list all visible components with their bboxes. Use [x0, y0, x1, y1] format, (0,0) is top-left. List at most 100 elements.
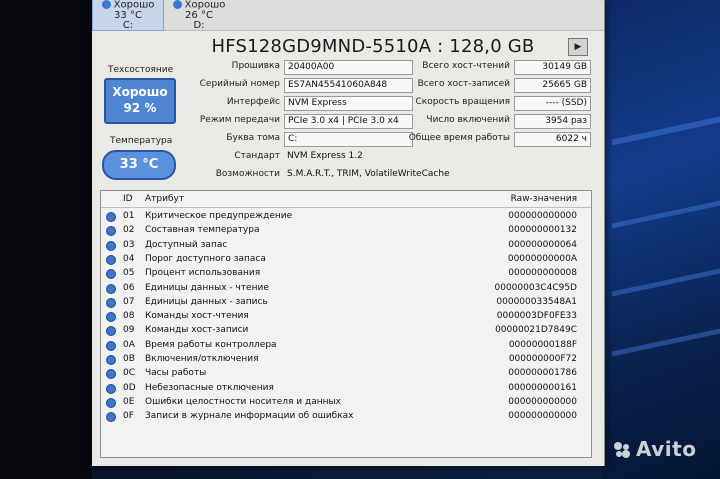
standard-value: NVM Express 1.2: [287, 151, 363, 161]
host-writes-row: Всего хост-записей: [417, 79, 510, 89]
health-dot-icon: [101, 0, 111, 9]
transfer-mode-value: PCIe 3.0 x4 | PCIe 3.0 x4: [284, 114, 413, 129]
raw-value: 00000021D7849C: [495, 325, 577, 336]
drive-tab-d[interactable]: Хорошо 26 °C D:: [164, 0, 234, 30]
table-row[interactable]: 01 Критическое предупреждение 000000000000: [101, 209, 591, 223]
table-row[interactable]: 0D Небезопасные отключения 000000000161: [101, 381, 591, 395]
desktop-wallpaper: [602, 0, 720, 479]
crystaldiskinfo-window: Хорошо 33 °C C: Хорошо 26 °C D: HFS128GD…: [92, 0, 605, 466]
standard-row: Стандарт: [234, 151, 280, 161]
disk-model-title: HFS128GD9MND-5510A : 128,0 GB: [211, 36, 535, 57]
interface-row: Интерфейс: [226, 97, 280, 107]
drive-selector: Хорошо 33 °C C: Хорошо 26 °C D:: [92, 0, 604, 31]
table-row[interactable]: 08 Команды хост-чтения 0000003DF0FE33: [101, 309, 591, 323]
firmware-row: Прошивка: [231, 61, 280, 71]
attribute-name: Единицы данных - запись: [145, 296, 268, 307]
host-reads-row: Всего хост-чтений: [422, 61, 510, 71]
attribute-name: Доступный запас: [145, 239, 228, 250]
features-value: S.M.A.R.T., TRIM, VolatileWriteCache: [287, 169, 450, 179]
attribute-id: 07: [123, 296, 135, 307]
attribute-name: Ошибки целостности носителя и данных: [145, 396, 341, 407]
rotation-rate-value: ---- (SSD): [514, 96, 591, 111]
attribute-name: Команды хост-чтения: [145, 311, 249, 322]
status-dot-icon: [106, 283, 116, 294]
status-dot-icon: [106, 397, 116, 408]
next-drive-button[interactable]: ▶: [568, 38, 588, 56]
serial-value: ES7AN45541060A848: [284, 78, 413, 93]
table-row[interactable]: 04 Порог доступного запаса 00000000000A: [101, 252, 591, 266]
table-row[interactable]: 02 Составная температура 000000000132: [101, 223, 591, 237]
status-dot-icon: [106, 240, 116, 251]
raw-value: 00000003C4C95D: [494, 282, 578, 293]
volume-letter-row: Буква тома: [226, 133, 280, 143]
attribute-id: 0E: [123, 396, 135, 407]
raw-value: 0000003DF0FE33: [496, 311, 577, 322]
power-on-hours-row: Общее время работы: [408, 133, 510, 143]
health-status-text: Хорошо: [112, 85, 168, 99]
status-dot-icon: [106, 297, 116, 308]
status-dot-icon: [106, 340, 116, 351]
table-row[interactable]: 05 Процент использования 000000000008: [101, 266, 591, 280]
status-dot-icon: [106, 254, 116, 265]
temperature-box[interactable]: 33 °C: [102, 150, 176, 180]
table-row[interactable]: 0E Ошибки целостности носителя и данных 00…: [101, 395, 591, 409]
raw-value: 000000000008: [508, 268, 577, 279]
attribute-id: 09: [123, 325, 135, 336]
interface-value: NVM Express: [284, 96, 413, 111]
rotation-rate-row: Скорость вращения: [415, 97, 511, 107]
status-dot-icon: [106, 412, 116, 423]
status-dot-icon: [106, 326, 116, 337]
attribute-name: Единицы данных - чтение: [145, 282, 269, 293]
table-row[interactable]: 06 Единицы данных - чтение 00000003C4C95D: [101, 281, 591, 295]
attribute-id: 05: [123, 268, 135, 279]
avito-logo-icon: [614, 442, 630, 458]
table-row[interactable]: 0A Время работы контроллера 00000000188F: [101, 338, 591, 352]
raw-value: 00000000000A: [507, 253, 577, 264]
attribute-name: Процент использования: [145, 268, 261, 279]
attribute-id: 08: [123, 311, 135, 322]
power-on-count-row: Число включений: [426, 115, 510, 125]
raw-value: 000000000000: [508, 396, 577, 407]
table-row[interactable]: 09 Команды хост-записи 00000021D7849C: [101, 323, 591, 337]
attribute-name: Критическое предупреждение: [145, 211, 293, 221]
table-row[interactable]: 0F Записи в журнале информации об ошибках…: [101, 409, 591, 423]
attribute-name: Включения/отключения: [145, 354, 259, 364]
table-row[interactable]: 07 Единицы данных - запись 000000033548A1: [101, 295, 591, 309]
transfer-mode-row: Режим передачи: [199, 115, 280, 125]
raw-value: 000000000000: [508, 211, 577, 221]
attribute-id: 04: [123, 253, 135, 264]
table-row[interactable]: 03 Доступный запас 000000000064: [101, 238, 591, 252]
temperature-label: Температура: [110, 136, 173, 146]
attribute-name: Время работы контроллера: [145, 339, 277, 350]
health-status-box[interactable]: Хорошо 92 %: [104, 78, 176, 124]
status-dot-icon: [106, 369, 116, 380]
attribute-id: 01: [123, 211, 135, 221]
raw-value: 000000000000: [508, 411, 577, 422]
features-row: Возможности: [215, 169, 280, 179]
status-dot-icon: [106, 269, 116, 280]
attribute-id: 06: [123, 282, 135, 293]
attribute-name: Небезопасные отключения: [145, 382, 274, 393]
attribute-name: Порог доступного запаса: [145, 253, 266, 264]
drive-tab-c[interactable]: Хорошо 33 °C C:: [92, 0, 164, 31]
attribute-name: Команды хост-записи: [145, 325, 249, 336]
health-label: Техсостояние: [108, 65, 174, 75]
column-raw-values[interactable]: Raw-значения: [511, 191, 577, 207]
table-row[interactable]: 0B Включения/отключения 000000000F72: [101, 352, 591, 366]
status-dot-icon: [106, 355, 116, 365]
smart-table-header: ID Атрибут Raw-значения: [101, 191, 591, 208]
raw-value: 000000000161: [508, 382, 577, 393]
table-row[interactable]: 0C Часы работы 000000001786: [101, 366, 591, 380]
status-dot-icon: [106, 226, 116, 237]
attribute-name: Часы работы: [145, 368, 207, 379]
raw-value: 00000000188F: [508, 339, 577, 350]
monitor-bezel: [0, 0, 92, 479]
column-attribute[interactable]: Атрибут: [145, 191, 184, 207]
attribute-id: 02: [123, 225, 135, 236]
power-on-count-value: 3954 раз: [514, 114, 591, 129]
raw-value: 000000000064: [508, 239, 577, 250]
column-id[interactable]: ID: [123, 191, 133, 207]
health-percent: 92 %: [123, 101, 157, 115]
raw-value: 000000033548A1: [496, 296, 577, 307]
smart-table[interactable]: ID Атрибут Raw-значения 01 Критическое пр…: [100, 190, 592, 458]
